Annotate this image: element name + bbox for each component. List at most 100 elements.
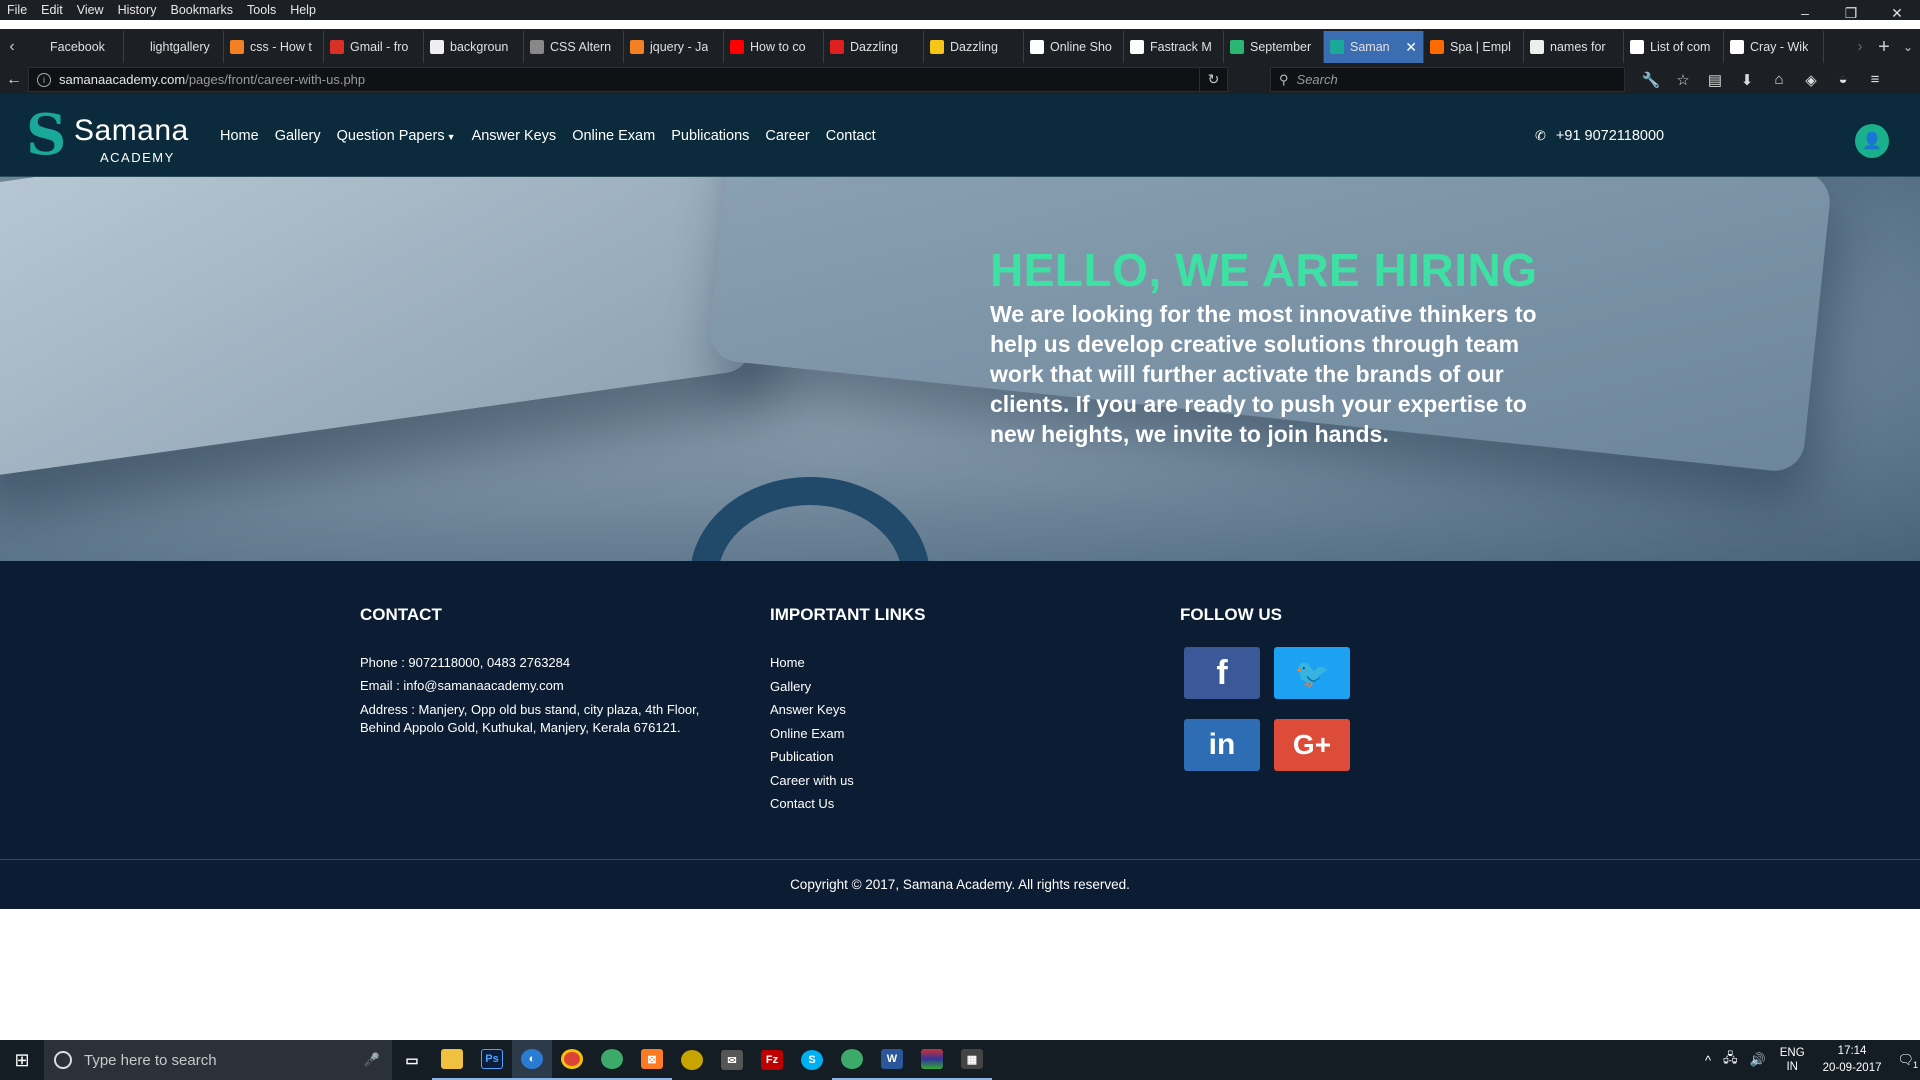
site-header: S Samana ACADEMY Home Gallery Question P…	[0, 94, 1920, 177]
nav-publications[interactable]: Publications	[671, 128, 749, 144]
tab[interactable]: Fastrack M	[1124, 31, 1224, 63]
menu-help[interactable]: Help	[283, 3, 323, 17]
nav-online-exam[interactable]: Online Exam	[572, 128, 655, 144]
tab-scroll-left-icon[interactable]: ‹	[0, 29, 24, 65]
microphone-icon[interactable]: 🎤	[364, 1052, 380, 1068]
tab[interactable]: jquery - Ja	[624, 31, 724, 63]
tab[interactable]: CSS Altern	[524, 31, 624, 63]
facebook-icon[interactable]: f	[1184, 647, 1260, 699]
tab[interactable]: Cray - Wik	[1724, 31, 1824, 63]
user-avatar-icon[interactable]: 👤	[1855, 124, 1889, 158]
extension-icon[interactable]: ◈	[1795, 71, 1827, 89]
home-icon[interactable]: ⌂	[1763, 71, 1795, 88]
tab[interactable]: Dazzling	[924, 31, 1024, 63]
tab[interactable]: backgroun	[424, 31, 524, 63]
menu-file[interactable]: File	[0, 3, 34, 17]
task-view-icon[interactable]: ▭	[392, 1040, 432, 1080]
windows-start-icon[interactable]: ⊞	[0, 1040, 44, 1080]
file-explorer-icon[interactable]	[432, 1040, 472, 1080]
tab-label: names for	[1550, 40, 1606, 54]
googleplus-icon[interactable]: G+	[1274, 719, 1350, 771]
samana-logo[interactable]: S Samana ACADEMY	[26, 102, 188, 168]
new-tab-icon[interactable]: +	[1872, 29, 1896, 65]
menu-bookmarks[interactable]: Bookmarks	[163, 3, 240, 17]
tab[interactable]: Spa | Empl	[1424, 31, 1524, 63]
calculator-icon[interactable]: ▦	[952, 1040, 992, 1080]
wrench-icon[interactable]: 🔧	[1635, 71, 1667, 89]
menu-tools[interactable]: Tools	[240, 3, 283, 17]
url-bar[interactable]: i samanaacademy.com/pages/front/career-w…	[28, 67, 1228, 92]
search-box[interactable]: ⚲ Search	[1270, 67, 1625, 92]
hamburger-menu-icon[interactable]: ≡	[1859, 71, 1891, 88]
back-arrow-icon[interactable]: ←	[6, 65, 22, 94]
tab[interactable]: How to co	[724, 31, 824, 63]
volume-icon[interactable]: 🔊	[1744, 1052, 1772, 1068]
app-green-icon[interactable]	[592, 1040, 632, 1080]
tab[interactable]: List of com	[1624, 31, 1724, 63]
taskbar-search[interactable]: Type here to search 🎤	[44, 1040, 392, 1080]
close-window-button[interactable]: ✕	[1874, 0, 1920, 26]
linkedin-icon[interactable]: in	[1184, 719, 1260, 771]
filezilla-icon[interactable]: Fz	[752, 1040, 792, 1080]
nav-home[interactable]: Home	[220, 128, 259, 144]
tab[interactable]: September	[1224, 31, 1324, 63]
clipboard-icon[interactable]: ▤	[1699, 71, 1731, 89]
word-icon[interactable]: W	[872, 1040, 912, 1080]
app-swirl-icon[interactable]	[672, 1040, 712, 1080]
nav-question-papers[interactable]: Question Papers ▼	[337, 128, 456, 144]
bookmark-star-icon[interactable]: ☆	[1667, 71, 1699, 89]
tab[interactable]: Gmail - fro	[324, 31, 424, 63]
tab[interactable]: Dazzling	[824, 31, 924, 63]
tab[interactable]: names for	[1524, 31, 1624, 63]
tab[interactable]: Facebook	[24, 31, 124, 63]
restore-button[interactable]: ❐	[1828, 0, 1874, 26]
menu-history[interactable]: History	[111, 3, 164, 17]
tray-chevron-up-icon[interactable]: ^	[1699, 1053, 1717, 1068]
firefox-taskbar-icon[interactable]: ◐	[512, 1040, 552, 1080]
footer-link-home[interactable]: Home	[770, 651, 1070, 675]
tab[interactable]: Online Sho	[1024, 31, 1124, 63]
tab-strip: ‹ Facebook lightgallery css - How t Gmail -…	[0, 29, 1920, 65]
language-indicator[interactable]: ENG IN	[1772, 1046, 1813, 1074]
footer-link-contact-us[interactable]: Contact Us	[770, 792, 1070, 816]
photoshop-icon[interactable]: Ps	[472, 1040, 512, 1080]
chrome-icon[interactable]	[552, 1040, 592, 1080]
download-icon[interactable]: ⬇	[1731, 71, 1763, 89]
xampp-icon[interactable]: ⊠	[632, 1040, 672, 1080]
taskbar-search-placeholder: Type here to search	[84, 1051, 217, 1069]
menu-edit[interactable]: Edit	[34, 3, 70, 17]
site-info-icon[interactable]: i	[37, 72, 51, 87]
footer-link-gallery[interactable]: Gallery	[770, 675, 1070, 699]
footer-phone: Phone : 9072118000, 0483 2763284	[360, 655, 571, 670]
app-flag-icon[interactable]	[912, 1040, 952, 1080]
menu-view[interactable]: View	[70, 3, 111, 17]
tab-active[interactable]: Saman ✕	[1324, 31, 1424, 63]
hiring-hero: HELLO, WE ARE HIRING We are looking for …	[0, 177, 1920, 561]
tab-list-chevron-down-icon[interactable]: ⌄	[1896, 29, 1920, 65]
footer-link-career[interactable]: Career with us	[770, 769, 1070, 793]
skype-icon[interactable]: S	[792, 1040, 832, 1080]
pocket-icon[interactable]: ◒	[1827, 71, 1859, 88]
app-green2-icon[interactable]	[832, 1040, 872, 1080]
tab-list: Facebook lightgallery css - How t Gmail - f…	[24, 29, 1848, 65]
nav-career[interactable]: Career	[765, 128, 809, 144]
nav-answer-keys[interactable]: Answer Keys	[472, 128, 557, 144]
nav-gallery[interactable]: Gallery	[275, 128, 321, 144]
reload-icon[interactable]: ↻	[1199, 68, 1227, 91]
minimize-button[interactable]: –	[1782, 0, 1828, 26]
footer-link-answer-keys[interactable]: Answer Keys	[770, 698, 1070, 722]
clock-date: 20-09-2017	[1822, 1062, 1882, 1074]
footer-link-online-exam[interactable]: Online Exam	[770, 722, 1070, 746]
tab[interactable]: css - How t	[224, 31, 324, 63]
mail-icon[interactable]: ✉	[712, 1040, 752, 1080]
tab[interactable]: lightgallery	[124, 31, 224, 63]
notification-center-icon[interactable]: 🗨 1	[1891, 1052, 1920, 1070]
tab-favicon-icon	[1330, 40, 1344, 54]
tab-close-icon[interactable]: ✕	[1402, 39, 1417, 56]
twitter-icon[interactable]: 🐦	[1274, 647, 1350, 699]
network-icon[interactable]: 🖧	[1717, 1049, 1744, 1071]
clock[interactable]: 17:14 20-09-2017	[1813, 1043, 1892, 1077]
footer-link-publication[interactable]: Publication	[770, 745, 1070, 769]
nav-contact[interactable]: Contact	[826, 128, 876, 144]
tab-scroll-right-icon[interactable]: ›	[1848, 29, 1872, 65]
